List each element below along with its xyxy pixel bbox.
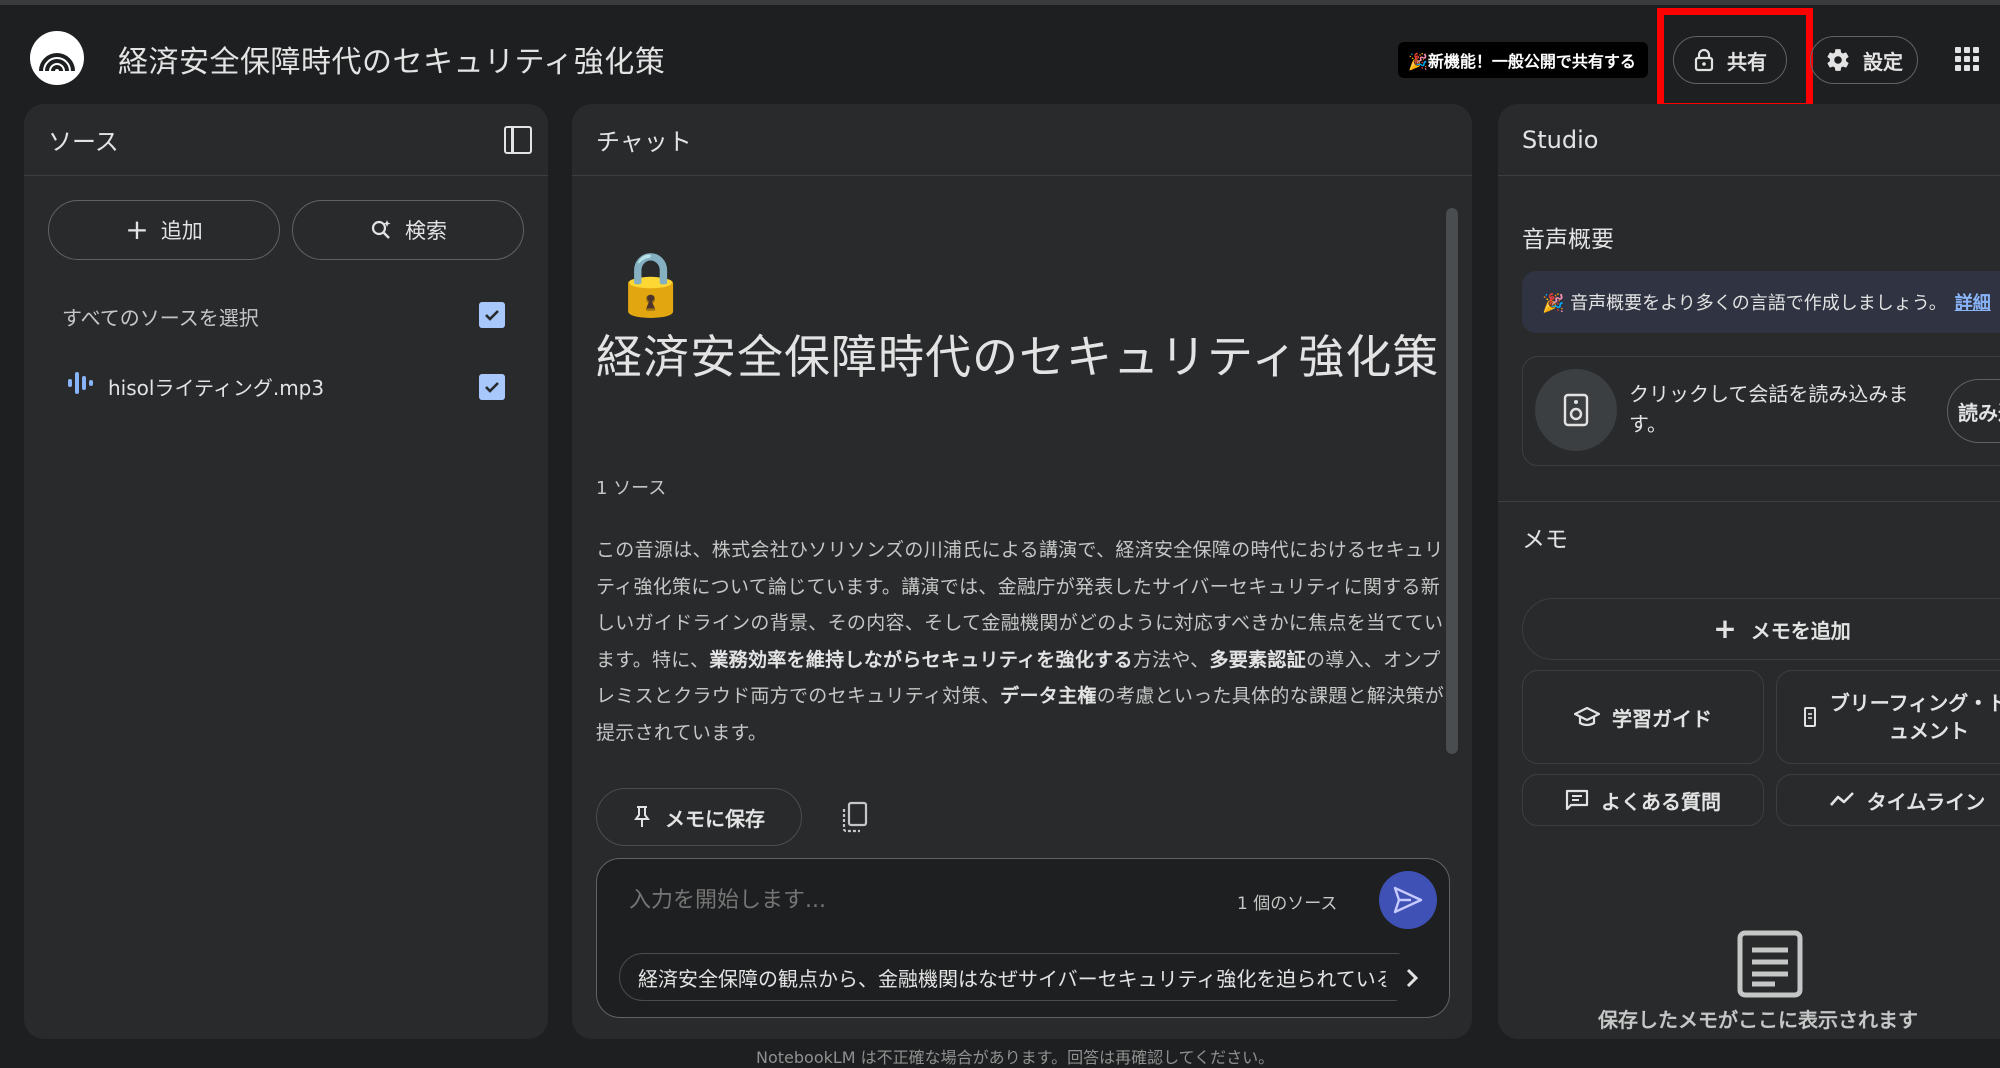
disclaimer-text: NotebookLM は不正確な場合があります。回答は再確認してください。 [756, 1048, 1275, 1067]
chat-title: チャット [596, 128, 692, 156]
audio-overview-title: 音声概要 [1522, 227, 1614, 253]
studio-header: Studio [1498, 104, 2000, 176]
summary-emphasis: 業務効率を維持しながらセキュリティを強化する [709, 648, 1133, 671]
audio-overview-banner: 🎉 音声概要をより多くの言語で作成しましょう。 詳細 [1522, 271, 2000, 333]
audio-load-text: クリックして会話を読み込みます。 [1629, 382, 1909, 436]
chat-panel: チャット 🔒 経済安全保障時代のセキュリティ強化策 1 ソース この音源は、株式… [572, 104, 1472, 1039]
timeline-icon [1829, 792, 1854, 806]
document-icon [1804, 707, 1816, 727]
next-suggestion-button[interactable] [1385, 951, 1439, 1005]
search-sparkle-icon [371, 220, 391, 239]
load-audio-button[interactable]: 読み込 [1947, 379, 2000, 443]
plus-icon: + [125, 213, 149, 246]
studio-title: Studio [1522, 125, 1599, 154]
notebook-emoji: 🔒 [612, 247, 690, 320]
chat-input-box: 1 個のソース 経済安全保障の観点から、金融機関はなぜサイバーセキュリティ強化を… [596, 858, 1450, 1018]
notebook-title[interactable]: 経済安全保障時代のセキュリティ強化策 [118, 37, 665, 81]
add-source-label: 追加 [160, 219, 203, 243]
chat-scrollbar[interactable] [1446, 208, 1458, 754]
send-button[interactable] [1379, 871, 1437, 929]
save-to-note-label: メモに保存 [665, 806, 765, 831]
speaker-icon [1535, 369, 1617, 451]
settings-label: 設定 [1863, 49, 1903, 74]
sources-panel: ソース + 追加 検索 すべてのソースを選択 hisolライティング.mp3 [24, 104, 548, 1039]
chevron-right-icon [1406, 968, 1419, 988]
settings-button[interactable]: 設定 [1810, 36, 1918, 84]
add-memo-button[interactable]: + メモを追加 [1522, 598, 2000, 660]
audio-waveform-icon [68, 372, 93, 394]
gear-icon [1827, 49, 1849, 71]
input-source-count: 1 個のソース [1237, 894, 1338, 914]
summary-text: 方法や、 [1132, 648, 1210, 671]
suggested-question-chip[interactable]: 経済安全保障の観点から、金融機関はなぜサイバーセキュリティ強化を迫られているのか [619, 953, 1419, 1001]
timeline-button[interactable]: タイムライン [1776, 774, 2000, 826]
note-placeholder-icon [1737, 930, 1803, 998]
select-all-label: すべてのソースを選択 [62, 306, 259, 330]
pin-icon [634, 806, 650, 827]
studio-panel: Studio 音声概要 🎉 音声概要をより多くの言語で作成しましょう。 詳細 ク… [1498, 104, 2000, 1039]
save-to-note-button[interactable]: メモに保存 [596, 788, 802, 846]
audio-banner-link[interactable]: 詳細 [1955, 289, 1991, 315]
timeline-label: タイムライン [1866, 789, 1986, 814]
chat-header: チャット [572, 104, 1472, 176]
select-all-checkbox[interactable] [479, 302, 505, 328]
sources-title: ソース [48, 128, 119, 156]
top-bar: 経済安全保障時代のセキュリティ強化策 🎉新機能！一般公開で共有する 共有 設定 [0, 0, 2000, 110]
studio-divider [1498, 501, 2000, 502]
notebooklm-logo-icon[interactable] [30, 31, 84, 85]
audio-load-card: クリックして会話を読み込みます。 読み込 [1522, 356, 2000, 466]
search-source-label: 検索 [405, 219, 447, 243]
share-highlight-box [1657, 8, 1813, 110]
briefing-doc-button[interactable]: ブリーフィング・ドキュメント [1776, 670, 2000, 764]
study-guide-button[interactable]: 学習ガイド [1522, 670, 1764, 764]
source-list-item[interactable]: hisolライティング.mp3 [48, 350, 528, 412]
faq-button[interactable]: よくある質問 [1522, 774, 1764, 826]
graduation-cap-icon [1574, 706, 1600, 727]
suggested-question-text: 経済安全保障の観点から、金融機関はなぜサイバーセキュリティ強化を迫られているのか [638, 966, 1419, 991]
notebook-heading: 経済安全保障時代のセキュリティ強化策 [596, 330, 1440, 384]
search-source-button[interactable]: 検索 [292, 200, 524, 260]
add-memo-label: メモを追加 [1750, 618, 1851, 643]
apps-grid-icon[interactable] [1955, 47, 1979, 71]
memo-title: メモ [1522, 527, 1568, 553]
add-source-button[interactable]: + 追加 [48, 200, 280, 260]
study-guide-label: 学習ガイド [1612, 706, 1712, 731]
briefing-doc-label: ブリーフィング・ドキュメント [1829, 691, 2000, 743]
plus-icon: + [1713, 612, 1737, 645]
notebook-summary: この音源は、株式会社ひソリソンズの川浦氏による講演で、経済安全保障の時代における… [596, 532, 1446, 751]
source-count: 1 ソース [596, 478, 667, 499]
empty-memo-text: 保存したメモがここに表示されます [1598, 1008, 1918, 1032]
collapse-panel-icon[interactable] [504, 126, 532, 154]
chat-input[interactable] [629, 881, 1189, 919]
faq-icon [1565, 789, 1589, 811]
source-name: hisolライティング.mp3 [108, 376, 325, 400]
summary-emphasis: 多要素認証 [1209, 648, 1306, 671]
faq-label: よくある質問 [1601, 789, 1721, 814]
send-icon [1393, 886, 1423, 914]
summary-emphasis: データ主権 [1000, 685, 1097, 707]
share-promo-badge: 🎉新機能！一般公開で共有する [1398, 42, 1648, 78]
copy-icon[interactable] [840, 801, 870, 833]
load-audio-label: 読み込 [1958, 400, 2000, 425]
sources-header: ソース [24, 104, 548, 176]
audio-banner-text: 🎉 音声概要をより多くの言語で作成しましょう。 [1542, 293, 1947, 314]
source-checkbox[interactable] [479, 374, 505, 400]
